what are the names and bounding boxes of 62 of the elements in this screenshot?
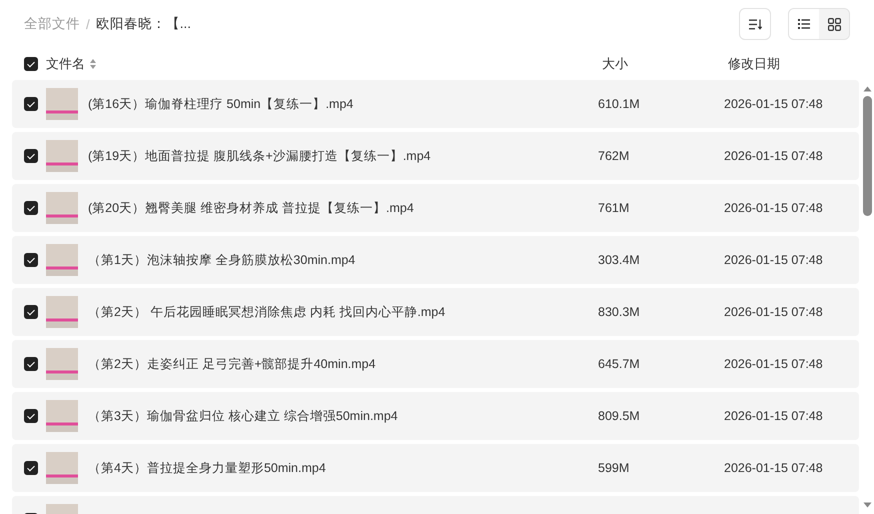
- scrollbar-thumb[interactable]: [862, 96, 872, 216]
- checkbox[interactable]: [24, 253, 38, 267]
- column-header: 大小: [602, 56, 628, 71]
- file-row[interactable]: （第2天）走姿纠正 足弓完善+髋部提升40min.mp4 645.7M 2026-01-15 07:48: [12, 340, 859, 388]
- file-size: 645.7M: [598, 357, 641, 371]
- modified-date: 2026-01-15 07:48: [724, 305, 823, 319]
- photo-placeholder: [46, 244, 78, 276]
- checkbox[interactable]: [24, 305, 38, 319]
- photo-placeholder: [46, 140, 78, 172]
- file-row[interactable]: （第4天）普拉提全身力量塑形50min.mp4 599M 2026-01-15 07:48: [12, 444, 859, 492]
- file-size: 830.3M: [598, 305, 641, 319]
- file-name: （第3天）瑜伽骨盆归位 核心建立 综合增强50min.mp4: [88, 408, 399, 424]
- checkbox[interactable]: [24, 461, 38, 475]
- file-row[interactable]: （第3天）瑜伽骨盆归位 核心建立 综合增强50min.mp4 809.5M 2026-01-15 07:48: [12, 392, 859, 440]
- modified-date: 2026-01-15 07:48: [724, 461, 823, 475]
- file-size: 761M: [598, 201, 630, 215]
- modified-date: 2026-01-15 07:48: [724, 357, 823, 371]
- checkbox[interactable]: [24, 57, 38, 71]
- file-row[interactable]: （第1天）泡沫轴按摩 全身筋膜放松30min.mp4 303.4M 2026-01-15 07:48: [12, 236, 859, 284]
- photo-placeholder: [46, 296, 78, 328]
- column-header: 修改日期: [728, 56, 780, 71]
- list-view-icon: [798, 19, 810, 29]
- file-size: 809.5M: [598, 409, 641, 423]
- file-name: (第20天）翘臀美腿 维密身材养成 普拉提【复练一】.mp4: [88, 200, 415, 216]
- photo-placeholder: [46, 400, 78, 432]
- file-row[interactable]: (第16天）瑜伽脊柱理疗 50min【复练一】.mp4 610.1M 2026-01-15 07:48: [12, 80, 859, 128]
- photo-placeholder: [46, 88, 78, 120]
- file-size: 303.4M: [598, 253, 641, 267]
- modified-date: 2026-01-15 07:48: [724, 253, 823, 267]
- scroll-up-icon[interactable]: [862, 86, 872, 92]
- modified-date: 2026-01-15 07:48: [724, 149, 823, 163]
- file-row[interactable]: (第20天）翘臀美腿 维密身材养成 普拉提【复练一】.mp4 761M 2026-01-15 07:48: [12, 184, 859, 232]
- checkbox[interactable]: [24, 97, 38, 111]
- sort-button[interactable]: [739, 8, 771, 40]
- file-row[interactable]: （第2天） 午后花园睡眠冥想消除焦虑 内耗 找回内心平静.mp4 830.3M 2026-01-15 07:48: [12, 288, 859, 336]
- checkbox[interactable]: [24, 201, 38, 215]
- file-row[interactable]: (第19天）地面普拉提 腹肌线条+沙漏腰打造【复练一】.mp4 762M 2026-01-15 07:48: [12, 132, 859, 180]
- breadcrumb-item: 欧阳春晓：【...: [96, 15, 192, 33]
- list-view-button[interactable]: [789, 9, 819, 39]
- photo-placeholder: [46, 192, 78, 224]
- file-size: 599M: [598, 461, 630, 475]
- column-header[interactable]: 文件名: [46, 56, 96, 71]
- scroll-down-icon[interactable]: [862, 502, 872, 508]
- file-name: （第2天） 午后花园睡眠冥想消除焦虑 内耗 找回内心平静.mp4: [88, 304, 446, 320]
- grid-view-icon: [828, 18, 840, 30]
- checkbox[interactable]: [24, 409, 38, 423]
- file-size: 610.1M: [598, 97, 641, 111]
- file-name: （第2天）走姿纠正 足弓完善+髋部提升40min.mp4: [88, 356, 377, 372]
- modified-date: 2026-01-15 07:48: [724, 97, 823, 111]
- breadcrumb-separator: /: [86, 16, 90, 32]
- modified-date: 2026-01-15 07:48: [724, 409, 823, 423]
- checkbox[interactable]: [24, 149, 38, 163]
- file-name: (第16天）瑜伽脊柱理疗 50min【复练一】.mp4: [88, 96, 354, 112]
- checkbox[interactable]: [24, 357, 38, 371]
- file-name: (第19天）地面普拉提 腹肌线条+沙漏腰打造【复练一】.mp4: [88, 148, 432, 164]
- file-size: 762M: [598, 149, 630, 163]
- file-name: （第4天）普拉提全身力量塑形50min.mp4: [88, 460, 327, 476]
- photo-placeholder: [46, 452, 78, 484]
- file-name: （第1天）泡沫轴按摩 全身筋膜放松30min.mp4: [88, 252, 356, 268]
- sort-icon: [748, 18, 762, 30]
- photo-placeholder: [46, 348, 78, 380]
- modified-date: 2026-01-15 07:48: [724, 201, 823, 215]
